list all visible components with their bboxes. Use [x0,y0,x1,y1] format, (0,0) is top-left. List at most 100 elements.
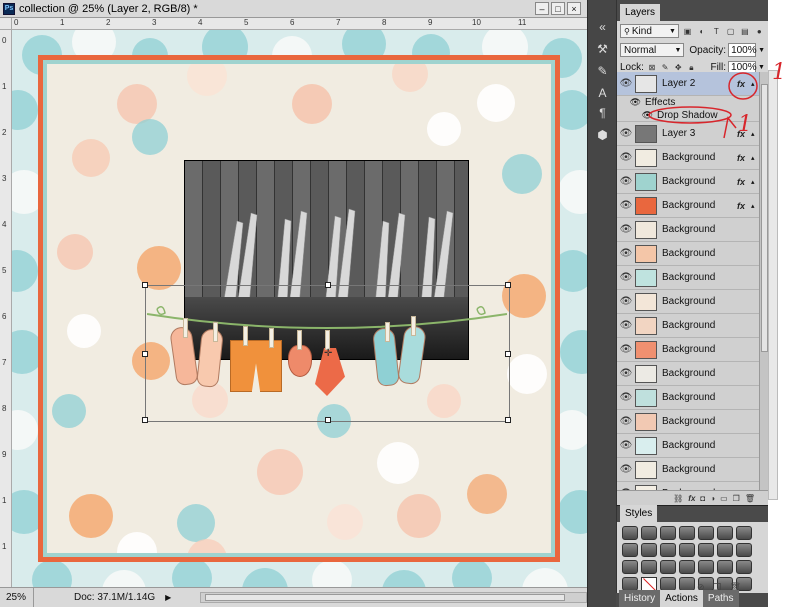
layer-row[interactable]: 👁︎ Background [617,362,759,386]
style-swatch[interactable] [736,560,752,574]
horizontal-scrollbar[interactable] [200,592,587,603]
layer-row[interactable]: 👁︎ Background fx ▴ [617,170,759,194]
style-swatch[interactable] [641,526,657,540]
expand-effects-chevron-icon[interactable]: ▴ [751,202,759,210]
style-swatch[interactable] [698,526,714,540]
style-swatch[interactable] [622,577,638,591]
visibility-eye-icon[interactable]: 👁︎ [617,440,635,451]
style-swatch[interactable] [641,560,657,574]
type-filter-icon[interactable]: T [711,25,722,37]
layer-name[interactable]: Layer 3 [662,128,737,139]
vertical-ruler[interactable]: 0 1 2 3 4 5 6 7 8 9 1 1 [0,30,12,587]
layer-row[interactable]: 👁︎Background [617,266,759,290]
layer-name[interactable]: Background [662,416,759,427]
layer-row[interactable]: 👁︎Background [617,482,759,490]
minimize-icon[interactable]: – [535,2,549,15]
visibility-eye-icon[interactable]: 👁︎ [617,320,635,331]
tab-layers[interactable]: Layers [620,4,661,21]
layer-name[interactable]: Background [662,368,759,379]
layer-name[interactable]: Background [662,200,737,211]
character-panel-icon[interactable]: A [594,84,611,101]
style-swatch[interactable] [736,526,752,540]
layer-row[interactable]: 👁︎Background [617,410,759,434]
style-swatch[interactable] [717,526,733,540]
visibility-eye-icon[interactable]: 👁︎ [617,248,635,259]
layer-row[interactable]: 👁︎ Background [617,434,759,458]
expand-effects-chevron-icon[interactable]: ▴ [751,130,759,138]
layer-name[interactable]: Background [662,248,759,259]
opacity-chevron-icon[interactable]: ▼ [758,47,765,54]
visibility-eye-icon[interactable]: 👁︎ [617,176,635,187]
layer-row[interactable]: 👁︎ Layer 2 fx ▴ [617,72,759,96]
style-swatch[interactable] [660,526,676,540]
new-layer-icon[interactable]: ❐ [733,494,740,503]
blend-mode-dropdown[interactable]: Normal ▼ [620,43,685,57]
layer-row[interactable]: 👁︎ Background [617,242,759,266]
layer-row[interactable]: 👁︎ Background fx ▴ [617,194,759,218]
transform-handle-top-left[interactable] [142,282,148,288]
style-swatch[interactable] [717,543,733,557]
style-swatch[interactable] [736,543,752,557]
horizontal-scroll-thumb[interactable] [205,594,565,601]
shape-filter-icon[interactable]: ▢ [725,25,736,37]
maximize-icon[interactable]: □ [551,2,565,15]
tab-history[interactable]: History [619,590,661,607]
layer-row[interactable]: 👁︎Background [617,290,759,314]
layer-name[interactable]: Background [662,464,759,475]
transform-center-icon[interactable]: ✛ [324,348,332,359]
layer-name[interactable]: Background [662,152,737,163]
fill-chevron-icon[interactable]: ▼ [758,64,765,71]
horizontal-ruler[interactable]: 0 1 2 3 4 5 6 7 8 9 10 11 [12,18,587,30]
style-swatch[interactable] [660,560,676,574]
layer-name[interactable]: Layer 2 [662,78,737,89]
delete-layer-icon[interactable]: 🗑︎ [745,494,755,503]
add-layer-style-icon[interactable]: fx [688,494,695,503]
style-swatch[interactable] [698,543,714,557]
style-swatch[interactable] [679,560,695,574]
brush-settings-icon[interactable]: ⚒ [594,40,611,57]
adjustment-filter-icon[interactable]: ◐ [696,25,707,37]
transform-handle-top-right[interactable] [505,282,511,288]
smart-object-filter-icon[interactable]: ▤ [739,25,750,37]
layers-scroll-thumb[interactable] [761,84,768,352]
layer-fx-badge[interactable]: fx [737,153,751,163]
layer-name[interactable]: Background [662,272,759,283]
style-swatch[interactable] [622,543,638,557]
visibility-eye-icon[interactable]: 👁︎ [617,78,635,89]
no-style-swatch[interactable] [641,577,657,591]
visibility-eye-icon[interactable]: 👁︎ [617,200,635,211]
transform-handle-top[interactable] [325,282,331,288]
visibility-eye-icon[interactable]: 👁︎ [617,224,635,235]
effects-eye-icon[interactable]: 👁︎ [617,97,645,108]
layer-name[interactable]: Background [662,440,759,451]
document-canvas[interactable]: ✛ [12,30,587,587]
layer-fx-badge[interactable]: fx [737,201,751,211]
visibility-eye-icon[interactable]: 👁︎ [617,128,635,139]
visibility-eye-icon[interactable]: 👁︎ [617,368,635,379]
visibility-eye-icon[interactable]: 👁︎ [617,392,635,403]
layer-fx-badge[interactable]: fx [737,177,751,187]
close-icon[interactable]: × [567,2,581,15]
layer-row[interactable]: 👁︎Background [617,218,759,242]
drop-shadow-eye-icon[interactable]: 👁︎ [617,110,657,121]
style-swatch[interactable] [717,560,733,574]
transform-handle-right[interactable] [505,351,511,357]
filter-kind-dropdown[interactable]: ⚲ Kind ▼ [620,24,679,38]
visibility-eye-icon[interactable]: 👁︎ [617,344,635,355]
transform-handle-bottom[interactable] [325,417,331,423]
expand-effects-chevron-icon[interactable]: ▴ [751,80,759,88]
style-swatch[interactable] [679,577,695,591]
style-swatch[interactable] [622,526,638,540]
layer-row[interactable]: 👁︎Background [617,458,759,482]
transform-handle-left[interactable] [142,351,148,357]
expand-effects-chevron-icon[interactable]: ▴ [751,178,759,186]
layer-name[interactable]: Background [662,320,759,331]
style-swatch[interactable] [622,560,638,574]
new-adjustment-icon[interactable]: ◑ [710,494,715,503]
paragraph-panel-icon[interactable]: ¶ [594,104,611,121]
tab-actions[interactable]: Actions [660,590,703,607]
layer-name[interactable]: Background [662,392,759,403]
new-group-icon[interactable]: ▭ [720,494,728,503]
visibility-eye-icon[interactable]: 👁︎ [617,152,635,163]
layer-row[interactable]: 👁︎ Background [617,314,759,338]
